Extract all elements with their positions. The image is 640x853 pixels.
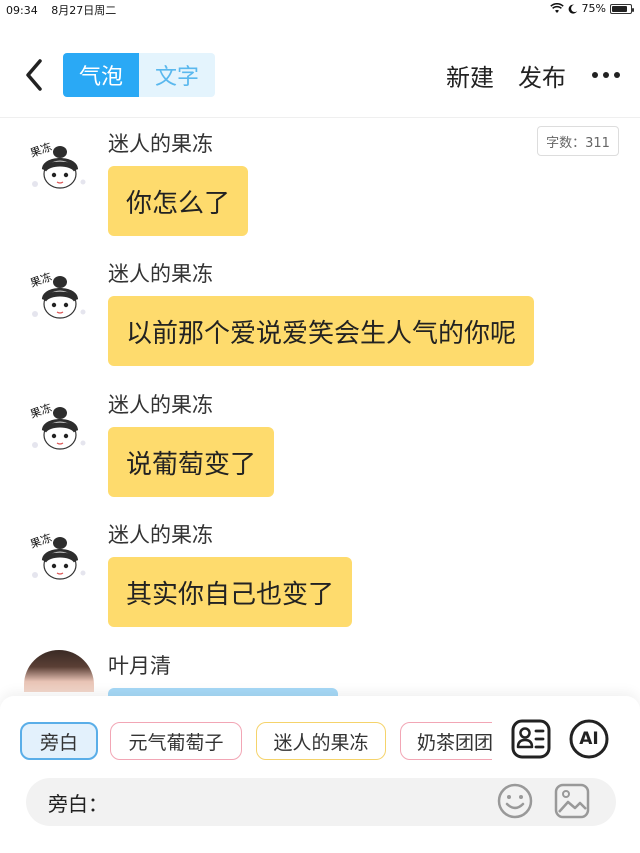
svg-text:果冻: 果冻: [28, 139, 53, 160]
top-nav: 气泡 文字 新建 发布: [0, 40, 640, 110]
back-button[interactable]: [18, 56, 50, 94]
sender-name: 迷人的果冻: [108, 393, 213, 417]
sender-name: 叶月清: [108, 654, 171, 678]
contacts-icon[interactable]: [510, 718, 552, 760]
message-bubble[interactable]: 说葡萄变了: [108, 427, 275, 497]
wifi-icon: [549, 3, 564, 13]
avatar[interactable]: 果冻: [27, 397, 89, 459]
header-divider: [0, 117, 640, 118]
mode-tabs: 气泡 文字: [63, 53, 215, 97]
new-button[interactable]: 新建: [446, 58, 494, 93]
publish-button[interactable]: 发布: [518, 58, 566, 93]
character-chip[interactable]: 迷人的果冻: [256, 722, 386, 760]
character-list: 旁白 元气葡萄子 迷人的果冻 奶茶团团: [20, 722, 492, 762]
composer-panel: 旁白 元气葡萄子 迷人的果冻 奶茶团团 AI 旁白：: [0, 696, 640, 853]
more-icon[interactable]: [592, 72, 620, 78]
tab-text[interactable]: 文字: [139, 53, 215, 97]
avatar[interactable]: 果冻: [27, 266, 89, 328]
message-input-row: 旁白：: [26, 778, 616, 826]
character-chip[interactable]: 奶茶团团: [400, 722, 492, 760]
chevron-left-icon: [26, 59, 42, 91]
svg-text:果冻: 果冻: [28, 400, 53, 421]
emoji-icon[interactable]: [496, 782, 534, 820]
message-bubble[interactable]: 以前那个爱说爱笑会生人气的你呢: [108, 296, 535, 366]
word-count-badge: 字数：311: [537, 126, 619, 156]
status-date: 8月27日周二: [51, 4, 117, 17]
svg-text:果冻: 果冻: [28, 269, 53, 290]
status-time: 09:34: [6, 4, 38, 17]
svg-text:果冻: 果冻: [28, 530, 53, 551]
sender-name: 迷人的果冻: [108, 132, 213, 156]
battery-percent: 75%: [581, 2, 606, 15]
tab-bubble[interactable]: 气泡: [63, 53, 139, 97]
sender-name: 迷人的果冻: [108, 262, 213, 286]
status-bar: 09:34 8月27日周二 75%: [0, 0, 640, 18]
battery-icon: [610, 3, 634, 14]
speaker-label: 旁白：: [48, 792, 108, 816]
avatar[interactable]: 果冻: [27, 136, 89, 198]
ai-button[interactable]: AI: [568, 718, 610, 760]
avatar[interactable]: [24, 650, 94, 692]
message-bubble[interactable]: 其实你自己也变了: [108, 557, 353, 627]
message-bubble[interactable]: 你怎么了: [108, 166, 249, 236]
sender-name: 迷人的果冻: [108, 523, 213, 547]
image-icon[interactable]: [553, 782, 591, 820]
moon-icon: [568, 4, 577, 14]
avatar[interactable]: 果冻: [27, 527, 89, 589]
character-chip[interactable]: 元气葡萄子: [110, 722, 242, 760]
character-chip[interactable]: 旁白: [20, 722, 98, 760]
ai-label: AI: [579, 729, 599, 749]
message-input[interactable]: [114, 786, 484, 818]
